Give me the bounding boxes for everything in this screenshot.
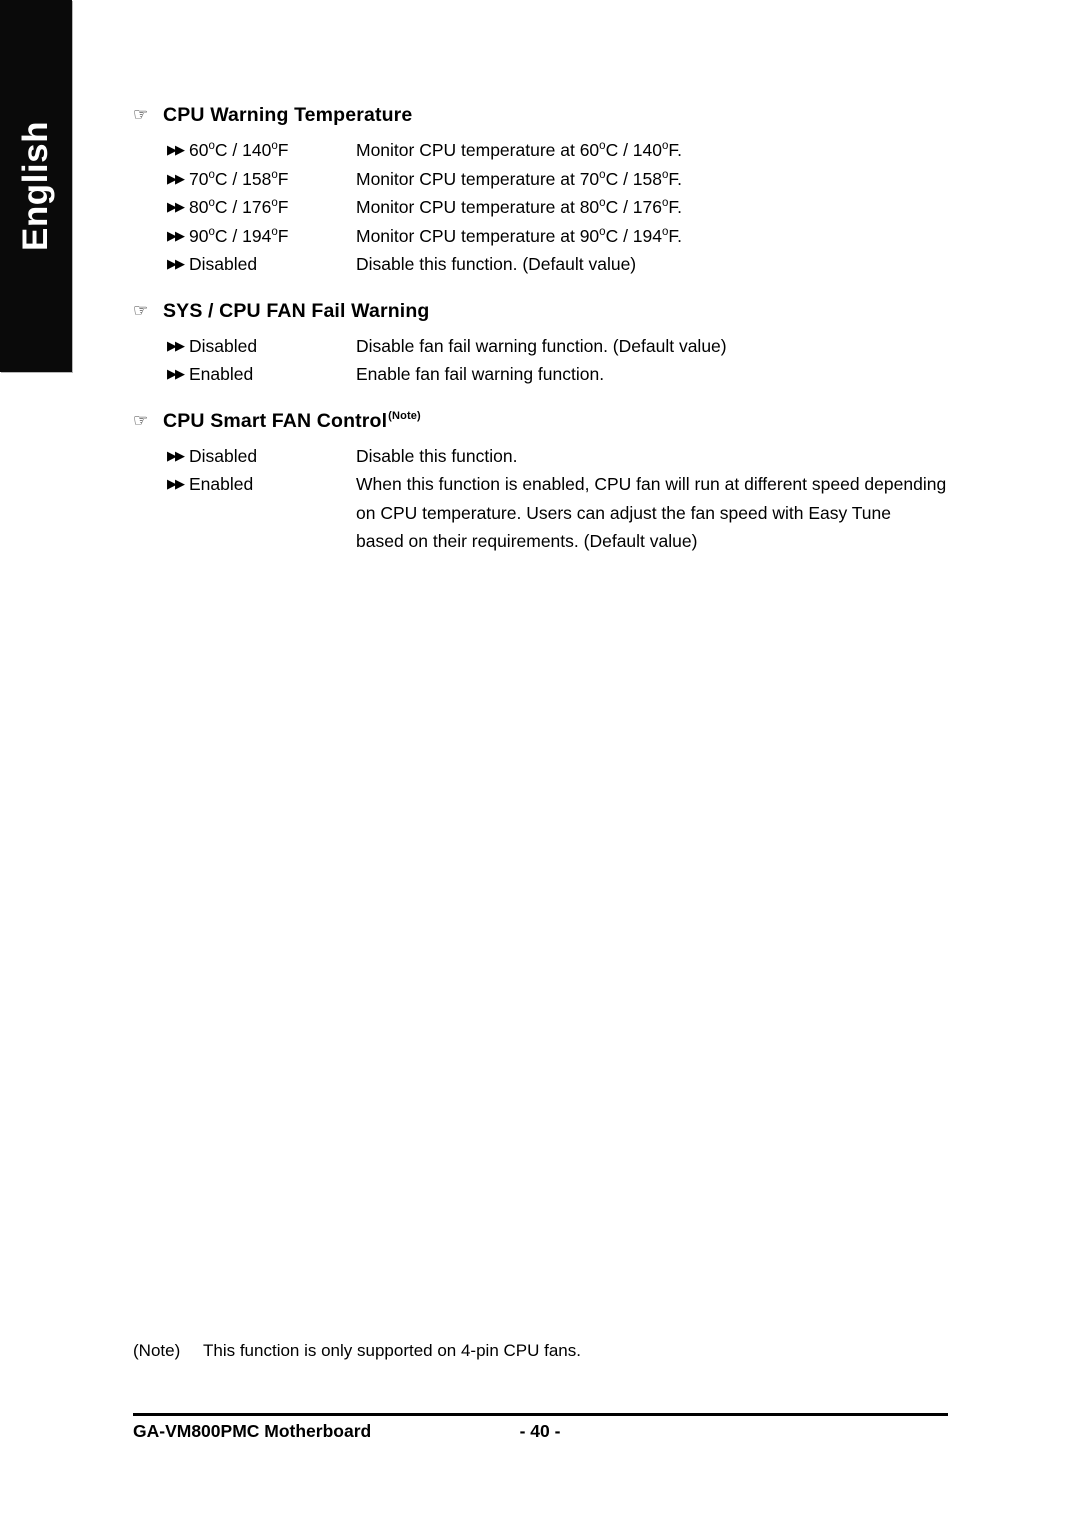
- option-description-line: on CPU temperature. Users can adjust the…: [356, 502, 892, 523]
- section-heading: ☞ CPU Warning Temperature: [133, 104, 963, 127]
- page-footer: GA-VM800PMC Motherboard - 40 -: [133, 1421, 948, 1451]
- footnote-marker: (Note): [133, 1341, 181, 1360]
- section-heading-label: SYS / CPU FAN Fail Warning: [163, 299, 430, 322]
- option-description: When this function is enabled, CPU fan w…: [356, 470, 963, 556]
- double-arrow-icon: ▶▶: [167, 447, 185, 463]
- option-name: Disabled: [189, 254, 258, 274]
- double-arrow-icon: ▶▶: [167, 142, 185, 157]
- option-name: Enabled: [189, 364, 254, 384]
- option-row[interactable]: ▶▶ Disabled Disable this function.: [133, 442, 963, 471]
- footnote: (Note) This function is only supported o…: [133, 1341, 581, 1361]
- option-row[interactable]: ▶▶ 60oC / 140oF Monitor CPU temperature …: [133, 136, 963, 165]
- option-description: Disable this function.: [356, 445, 518, 466]
- language-tab-label: English: [16, 121, 55, 251]
- option-row[interactable]: ▶▶ Enabled Enable fan fail warning funct…: [133, 360, 963, 389]
- option-name: Disabled: [189, 335, 258, 356]
- pointing-hand-icon: ☞: [133, 410, 149, 430]
- double-arrow-icon: ▶▶: [167, 337, 185, 353]
- section-heading: ☞ CPU Smart FAN Control(Note): [133, 410, 963, 433]
- section-cpu-smart-fan-control: ☞ CPU Smart FAN Control(Note) ▶▶ Disable…: [133, 410, 963, 556]
- option-description-line: When this function is enabled, CPU fan w…: [356, 474, 947, 494]
- option-description: Monitor CPU temperature at 80oC / 176oF.: [356, 197, 683, 217]
- option-name: 80oC / 176oF: [189, 197, 289, 217]
- option-list: ▶▶ Disabled Disable fan fail warning fun…: [133, 332, 963, 389]
- option-description: Monitor CPU temperature at 90oC / 194oF.: [356, 225, 683, 246]
- footnote-text: This function is only supported on 4-pin…: [203, 1341, 581, 1360]
- pointing-hand-icon: ☞: [133, 300, 149, 320]
- option-row[interactable]: ▶▶ Disabled Disable fan fail warning fun…: [133, 332, 963, 361]
- option-row[interactable]: ▶▶ Disabled Disable this function. (Defa…: [133, 250, 963, 279]
- double-arrow-icon: ▶▶: [167, 256, 185, 271]
- footer-product-name: GA-VM800PMC Motherboard: [133, 1421, 372, 1441]
- option-name: 90oC / 194oF: [189, 225, 289, 246]
- section-heading-label: CPU Smart FAN Control(Note): [163, 409, 421, 432]
- language-tab: English: [0, 0, 72, 372]
- option-name: 60oC / 140oF: [189, 140, 289, 160]
- option-description-line: based on their requirements. (Default va…: [356, 531, 698, 551]
- double-arrow-icon: ▶▶: [167, 476, 185, 491]
- option-row[interactable]: ▶▶ 90oC / 194oF Monitor CPU temperature …: [133, 222, 963, 251]
- option-description: Monitor CPU temperature at 60oC / 140oF.: [356, 140, 683, 160]
- option-list: ▶▶ 60oC / 140oF Monitor CPU temperature …: [133, 136, 963, 279]
- page-content: ☞ CPU Warning Temperature ▶▶ 60oC / 140o…: [133, 104, 963, 577]
- option-name: 70oC / 158oF: [189, 168, 289, 189]
- option-name: Enabled: [189, 474, 254, 494]
- option-description: Disable fan fail warning function. (Defa…: [356, 335, 727, 356]
- double-arrow-icon: ▶▶: [167, 199, 185, 214]
- note-superscript: (Note): [388, 410, 421, 422]
- section-sys-cpu-fan-fail-warning: ☞ SYS / CPU FAN Fail Warning ▶▶ Disabled…: [133, 300, 963, 389]
- option-row[interactable]: ▶▶ 70oC / 158oF Monitor CPU temperature …: [133, 165, 963, 194]
- section-heading-label: CPU Warning Temperature: [163, 104, 413, 126]
- section-heading: ☞ SYS / CPU FAN Fail Warning: [133, 300, 963, 323]
- double-arrow-icon: ▶▶: [167, 170, 185, 186]
- option-row[interactable]: ▶▶ Enabled When this function is enabled…: [133, 470, 963, 556]
- option-description: Enable fan fail warning function.: [356, 364, 605, 384]
- option-description: Disable this function. (Default value): [356, 254, 637, 274]
- double-arrow-icon: ▶▶: [167, 227, 185, 243]
- section-cpu-warning-temperature: ☞ CPU Warning Temperature ▶▶ 60oC / 140o…: [133, 104, 963, 279]
- double-arrow-icon: ▶▶: [167, 366, 185, 381]
- option-row[interactable]: ▶▶ 80oC / 176oF Monitor CPU temperature …: [133, 193, 963, 222]
- footer-divider: [133, 1413, 948, 1416]
- option-name: Disabled: [189, 445, 258, 466]
- option-list: ▶▶ Disabled Disable this function. ▶▶ En…: [133, 442, 963, 556]
- pointing-hand-icon: ☞: [133, 105, 149, 124]
- option-description: Monitor CPU temperature at 70oC / 158oF.: [356, 168, 683, 189]
- footer-page-number: - 40 -: [519, 1421, 561, 1441]
